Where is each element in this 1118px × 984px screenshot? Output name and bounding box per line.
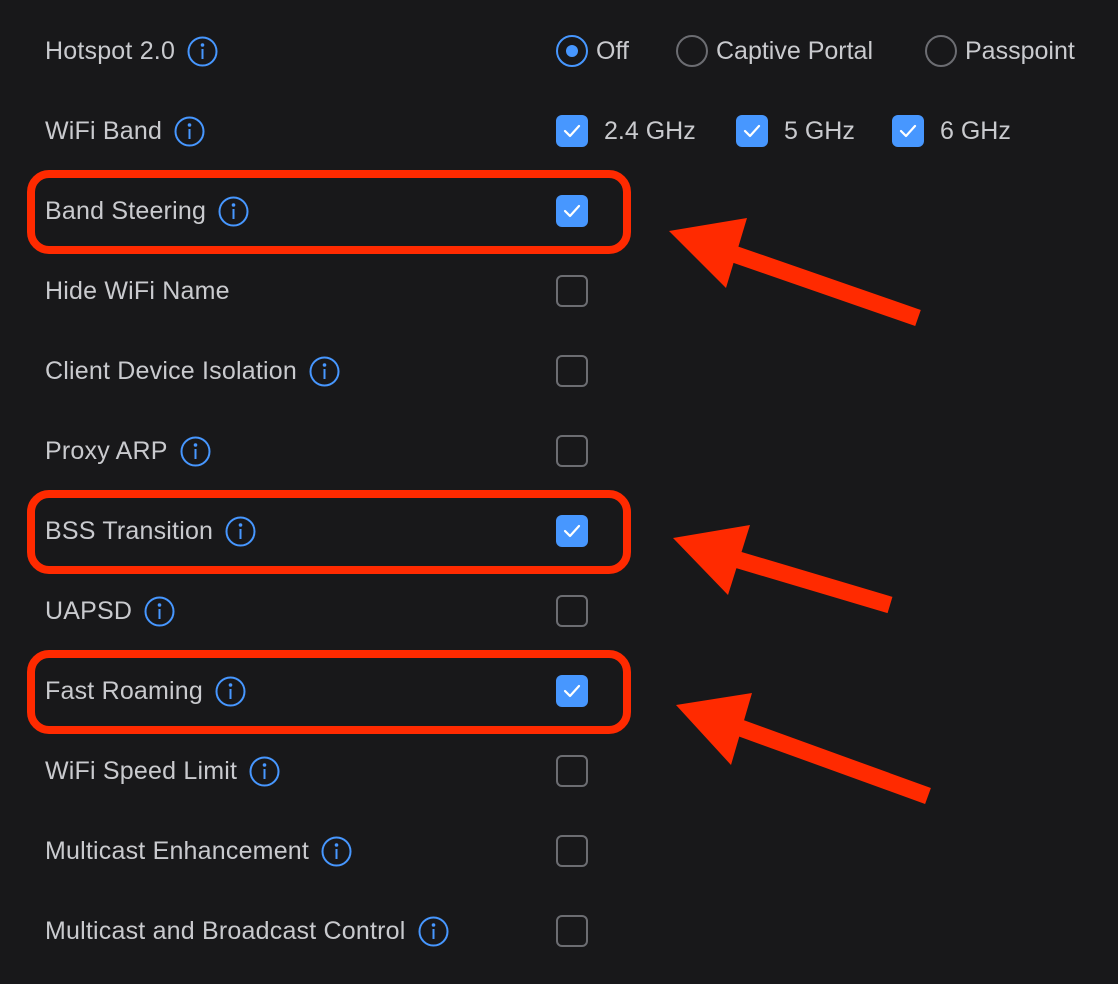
hide-wifi-name-label: Hide WiFi Name	[45, 276, 230, 305]
checkmark-icon	[743, 124, 761, 138]
info-icon[interactable]	[187, 36, 218, 67]
band-steering-label: Band Steering	[45, 196, 207, 225]
hotspot-row: Hotspot 2.0 Off Captive Portal Passpoint	[0, 11, 1118, 91]
info-icon[interactable]	[180, 436, 211, 467]
uapsd-label: UAPSD	[45, 596, 133, 625]
checkmark-icon	[563, 124, 581, 138]
proxy-arp-checkbox[interactable]	[556, 435, 588, 467]
info-icon[interactable]	[249, 756, 280, 787]
radio-selected-dot	[566, 45, 578, 57]
band-steering-checkbox[interactable]	[556, 195, 588, 227]
client-device-isolation-checkbox[interactable]	[556, 355, 588, 387]
hide-wifi-name-checkbox[interactable]	[556, 275, 588, 307]
hotspot-radio-passpoint[interactable]	[925, 35, 957, 67]
uapsd-row: UAPSD	[0, 571, 1118, 651]
hide-wifi-name-row: Hide WiFi Name	[0, 251, 1118, 331]
info-icon[interactable]	[418, 916, 449, 947]
wifi-band-6ghz-checkbox[interactable]	[892, 115, 924, 147]
wifi-band-2-4ghz-checkbox[interactable]	[556, 115, 588, 147]
proxy-arp-label: Proxy ARP	[45, 436, 168, 465]
fast-roaming-checkbox[interactable]	[556, 675, 588, 707]
info-icon[interactable]	[144, 596, 175, 627]
wifi-speed-limit-checkbox[interactable]	[556, 755, 588, 787]
wifi-band-5ghz-label: 5 GHz	[784, 117, 855, 145]
multicast-broadcast-control-checkbox[interactable]	[556, 915, 588, 947]
fast-roaming-label: Fast Roaming	[45, 676, 204, 705]
info-icon[interactable]	[215, 676, 246, 707]
wifi-band-5ghz-checkbox[interactable]	[736, 115, 768, 147]
info-icon[interactable]	[309, 356, 340, 387]
band-steering-row: Band Steering	[0, 171, 1118, 251]
checkmark-icon	[899, 124, 917, 138]
checkmark-icon	[563, 204, 581, 218]
wifi-band-2-4ghz-label: 2.4 GHz	[604, 117, 696, 145]
client-device-isolation-label: Client Device Isolation	[45, 356, 297, 385]
fast-roaming-row: Fast Roaming	[0, 651, 1118, 731]
wifi-speed-limit-label: WiFi Speed Limit	[45, 756, 238, 785]
info-icon[interactable]	[174, 116, 205, 147]
wifi-band-row: WiFi Band 2.4 GHz 5 GHz 6 GHz	[0, 91, 1118, 171]
proxy-arp-row: Proxy ARP	[0, 411, 1118, 491]
wifi-band-label: WiFi Band	[45, 116, 163, 145]
info-icon[interactable]	[225, 516, 256, 547]
hotspot-option-passpoint-label: Passpoint	[965, 37, 1075, 65]
wifi-band-6ghz-label: 6 GHz	[940, 117, 1011, 145]
multicast-enhancement-checkbox[interactable]	[556, 835, 588, 867]
info-icon[interactable]	[321, 836, 352, 867]
hotspot-radio-off[interactable]	[556, 35, 588, 67]
hotspot-radio-captive-portal[interactable]	[676, 35, 708, 67]
multicast-broadcast-control-label: Multicast and Broadcast Control	[45, 916, 406, 945]
multicast-enhancement-label: Multicast Enhancement	[45, 836, 310, 865]
client-device-isolation-row: Client Device Isolation	[0, 331, 1118, 411]
hotspot-label: Hotspot 2.0	[45, 36, 176, 65]
hotspot-option-off-label: Off	[596, 37, 629, 65]
bss-transition-row: BSS Transition	[0, 491, 1118, 571]
multicast-enhancement-row: Multicast Enhancement	[0, 811, 1118, 891]
bss-transition-checkbox[interactable]	[556, 515, 588, 547]
bss-transition-label: BSS Transition	[45, 516, 214, 545]
info-icon[interactable]	[218, 196, 249, 227]
multicast-broadcast-control-row: Multicast and Broadcast Control	[0, 891, 1118, 971]
uapsd-checkbox[interactable]	[556, 595, 588, 627]
wifi-speed-limit-row: WiFi Speed Limit	[0, 731, 1118, 811]
hotspot-option-captive-portal-label: Captive Portal	[716, 37, 874, 65]
checkmark-icon	[563, 684, 581, 698]
checkmark-icon	[563, 524, 581, 538]
